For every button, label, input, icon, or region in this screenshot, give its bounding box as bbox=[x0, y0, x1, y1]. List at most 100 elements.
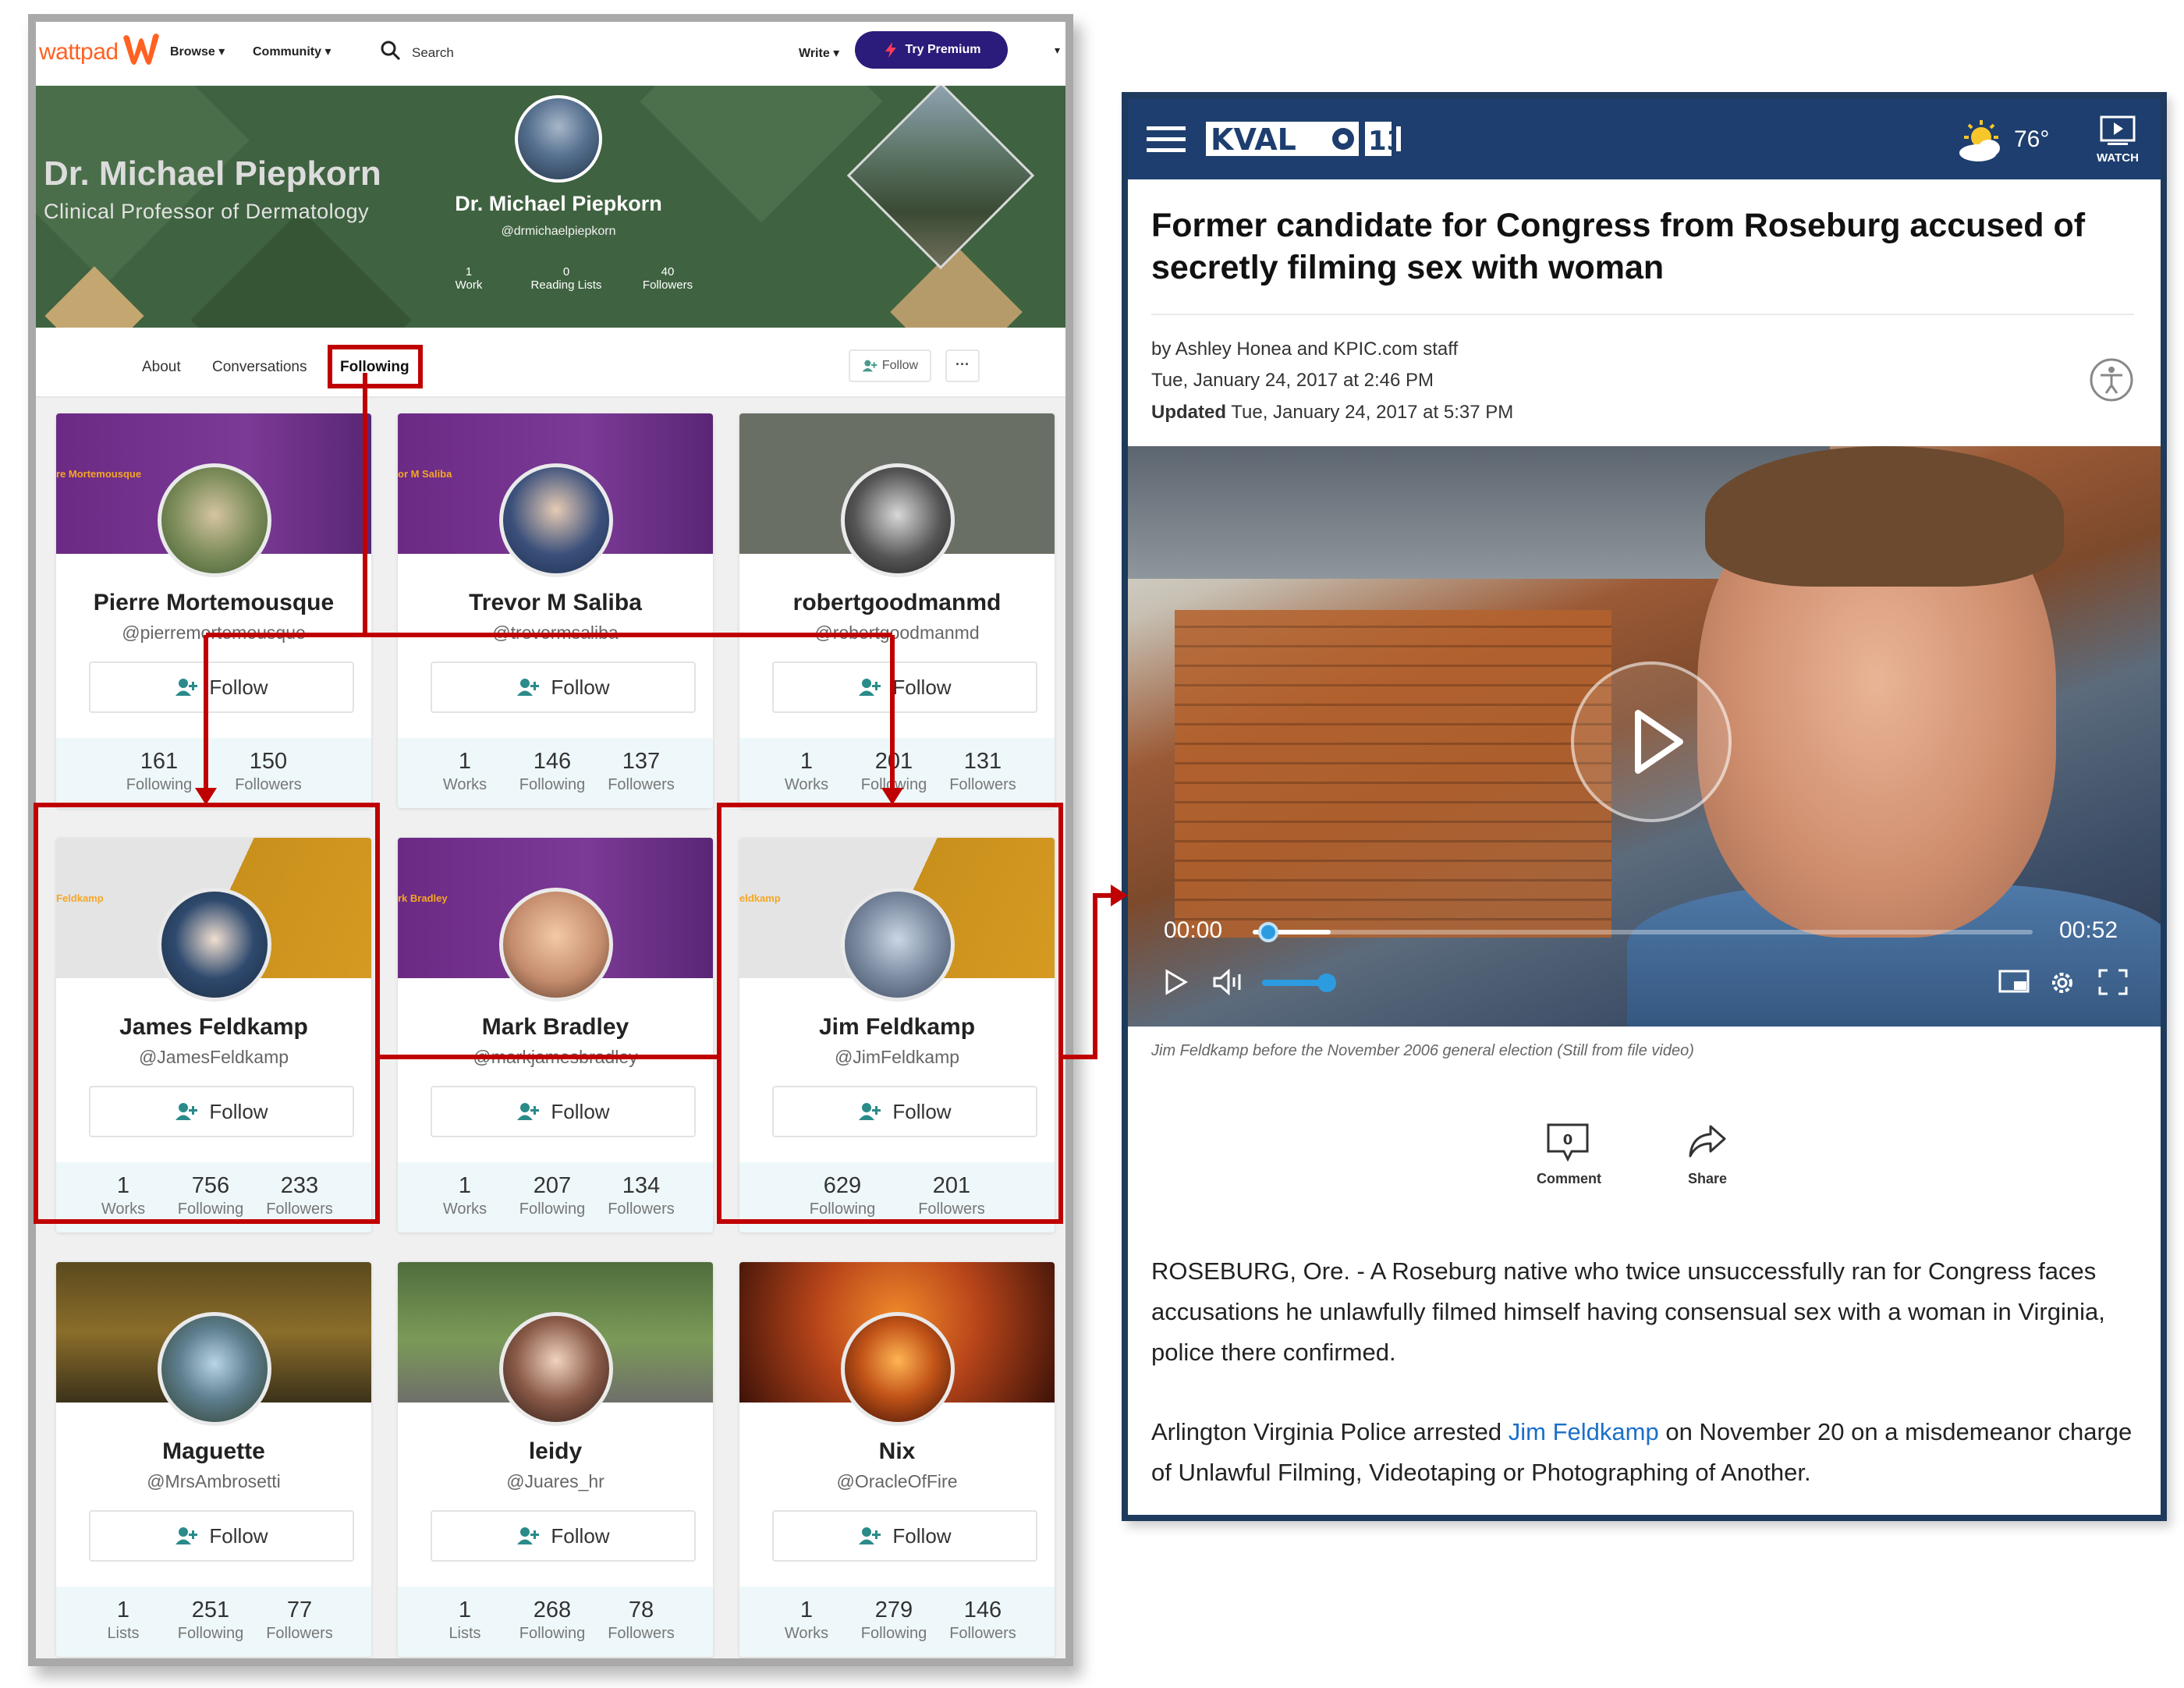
card-avatar[interactable] bbox=[158, 888, 271, 1002]
volume-icon[interactable] bbox=[1212, 969, 1246, 995]
write-menu[interactable]: Write ▾ bbox=[799, 45, 839, 61]
card-follow-button[interactable]: Follow bbox=[431, 1086, 696, 1137]
settings-gear-icon[interactable] bbox=[2048, 969, 2076, 997]
card-stat[interactable]: 629 Following bbox=[796, 1173, 889, 1218]
watch-video-icon[interactable] bbox=[2100, 115, 2136, 147]
profile-stat-followers[interactable]: 40 Followers bbox=[629, 265, 707, 292]
jim-feldkamp-link[interactable]: Jim Feldkamp bbox=[1509, 1418, 1659, 1445]
card-follow-button[interactable]: Follow bbox=[431, 661, 696, 713]
card-stat[interactable]: 137 Followers bbox=[594, 749, 688, 794]
card-stat[interactable]: 77 Followers bbox=[253, 1598, 346, 1643]
following-card[interactable]: eldkamp Jim Feldkamp @JimFeldkamp Follow… bbox=[739, 838, 1055, 1232]
card-stat[interactable]: 279 Following bbox=[847, 1598, 941, 1643]
card-stat[interactable]: 1 Works bbox=[418, 1173, 512, 1218]
card-follow-button[interactable]: Follow bbox=[772, 661, 1037, 713]
card-follow-button[interactable]: Follow bbox=[772, 1510, 1037, 1562]
search-icon[interactable] bbox=[379, 39, 402, 62]
temperature[interactable]: 76° bbox=[2014, 126, 2049, 153]
card-stat[interactable]: 268 Following bbox=[505, 1598, 599, 1643]
card-avatar[interactable] bbox=[499, 1312, 613, 1426]
share-button[interactable]: Share bbox=[1680, 1122, 1735, 1187]
card-stat[interactable]: 1 Lists bbox=[76, 1598, 170, 1643]
card-stat[interactable]: 201 Following bbox=[847, 749, 941, 794]
video-player[interactable]: 00:00 00:52 bbox=[1128, 446, 2161, 1027]
community-menu[interactable]: Community ▾ bbox=[253, 44, 331, 59]
card-avatar[interactable] bbox=[499, 463, 613, 577]
card-stat[interactable]: 146 Followers bbox=[936, 1598, 1030, 1643]
browse-menu[interactable]: Browse ▾ bbox=[170, 44, 225, 59]
following-card[interactable]: Feldkamp James Feldkamp @JamesFeldkamp F… bbox=[56, 838, 371, 1232]
profile-stat-works[interactable]: 1 Work bbox=[430, 265, 508, 292]
card-username[interactable]: Maguette bbox=[56, 1438, 371, 1465]
card-stat[interactable]: 1 Works bbox=[760, 749, 853, 794]
card-stat[interactable]: 233 Followers bbox=[253, 1173, 346, 1218]
card-username[interactable]: Trevor M Saliba bbox=[398, 590, 713, 616]
big-play-button[interactable] bbox=[1571, 661, 1732, 822]
following-card[interactable]: robertgoodmanmd @robertgoodmanmd Follow … bbox=[739, 413, 1055, 808]
card-username[interactable]: robertgoodmanmd bbox=[739, 590, 1055, 616]
card-follow-button[interactable]: Follow bbox=[89, 1086, 354, 1137]
video-progress-bar[interactable] bbox=[1253, 930, 2033, 934]
card-avatar[interactable] bbox=[841, 888, 955, 1002]
following-card[interactable]: Nix @OracleOfFire Follow 1 Works 279 Fol… bbox=[739, 1262, 1055, 1657]
following-card[interactable]: rk Bradley Mark Bradley @markjamesbradle… bbox=[398, 838, 713, 1232]
card-follow-button[interactable]: Follow bbox=[89, 1510, 354, 1562]
fullscreen-icon[interactable] bbox=[2098, 969, 2128, 995]
card-username[interactable]: Jim Feldkamp bbox=[739, 1014, 1055, 1041]
account-menu-caret[interactable]: ▾ bbox=[1055, 44, 1060, 57]
tab-about[interactable]: About bbox=[142, 359, 181, 376]
card-avatar[interactable] bbox=[158, 1312, 271, 1426]
more-options-button[interactable]: ··· bbox=[945, 349, 980, 382]
card-username[interactable]: Pierre Mortemousque bbox=[56, 590, 371, 616]
card-avatar[interactable] bbox=[158, 463, 271, 577]
add-user-icon bbox=[859, 1527, 881, 1544]
comment-button[interactable]: 0 Comment bbox=[1537, 1122, 1601, 1187]
card-stat[interactable]: 1 Works bbox=[760, 1598, 853, 1643]
tab-conversations[interactable]: Conversations bbox=[212, 359, 307, 376]
card-stat[interactable]: 146 Following bbox=[505, 749, 599, 794]
card-username[interactable]: Mark Bradley bbox=[398, 1014, 713, 1041]
card-stat[interactable]: 1 Works bbox=[76, 1173, 170, 1218]
card-follow-button[interactable]: Follow bbox=[772, 1086, 1037, 1137]
card-username[interactable]: Nix bbox=[739, 1438, 1055, 1465]
comment-bubble-icon: 0 bbox=[1547, 1123, 1589, 1162]
card-stat[interactable]: 251 Following bbox=[164, 1598, 257, 1643]
card-stat[interactable]: 756 Following bbox=[164, 1173, 257, 1218]
card-stat[interactable]: 78 Followers bbox=[594, 1598, 688, 1643]
picture-in-picture-icon[interactable] bbox=[1998, 969, 2030, 995]
wattpad-logo[interactable]: wattpad bbox=[39, 39, 119, 66]
partly-sunny-icon bbox=[1959, 120, 2000, 161]
play-control-icon[interactable] bbox=[1164, 969, 1189, 995]
card-stat[interactable]: 131 Followers bbox=[936, 749, 1030, 794]
search-input[interactable]: Search bbox=[412, 45, 454, 61]
card-follow-button[interactable]: Follow bbox=[89, 661, 354, 713]
card-username[interactable]: leidy bbox=[398, 1438, 713, 1465]
accessibility-icon[interactable] bbox=[2089, 357, 2134, 402]
watch-label[interactable]: WATCH bbox=[2090, 151, 2145, 165]
card-stat[interactable]: 1 Lists bbox=[418, 1598, 512, 1643]
card-avatar[interactable] bbox=[841, 1312, 955, 1426]
tab-following[interactable]: Following bbox=[328, 345, 423, 388]
following-card[interactable]: re Mortemousque Pierre Mortemousque @pie… bbox=[56, 413, 371, 808]
card-username[interactable]: James Feldkamp bbox=[56, 1014, 371, 1041]
card-stat[interactable]: 150 Followers bbox=[222, 749, 315, 794]
following-card[interactable]: leidy @Juares_hr Follow 1 Lists 268 Foll… bbox=[398, 1262, 713, 1657]
kval-logo[interactable]: KVAL 13 bbox=[1206, 119, 1410, 159]
profile-stat-reading-lists[interactable]: 0 Reading Lists bbox=[516, 265, 617, 292]
hamburger-menu-icon[interactable] bbox=[1147, 126, 1186, 153]
volume-handle[interactable] bbox=[1317, 973, 1336, 992]
card-avatar[interactable] bbox=[841, 463, 955, 577]
following-card[interactable]: or M Saliba Trevor M Saliba @trevormsali… bbox=[398, 413, 713, 808]
card-follow-button[interactable]: Follow bbox=[431, 1510, 696, 1562]
card-stat[interactable]: 201 Followers bbox=[905, 1173, 998, 1218]
following-card[interactable]: Maguette @MrsAmbrosetti Follow 1 Lists 2… bbox=[56, 1262, 371, 1657]
card-stat[interactable]: 161 Following bbox=[112, 749, 206, 794]
video-scrubber-handle[interactable] bbox=[1258, 922, 1278, 942]
try-premium-button[interactable]: Try Premium bbox=[855, 31, 1008, 69]
card-avatar[interactable] bbox=[499, 888, 613, 1002]
card-stat[interactable]: 1 Works bbox=[418, 749, 512, 794]
follow-profile-button[interactable]: Follow bbox=[849, 349, 931, 382]
card-stats: 1 Works 207 Following 134 Followers bbox=[398, 1162, 713, 1232]
card-stat[interactable]: 134 Followers bbox=[594, 1173, 688, 1218]
card-stat[interactable]: 207 Following bbox=[505, 1173, 599, 1218]
